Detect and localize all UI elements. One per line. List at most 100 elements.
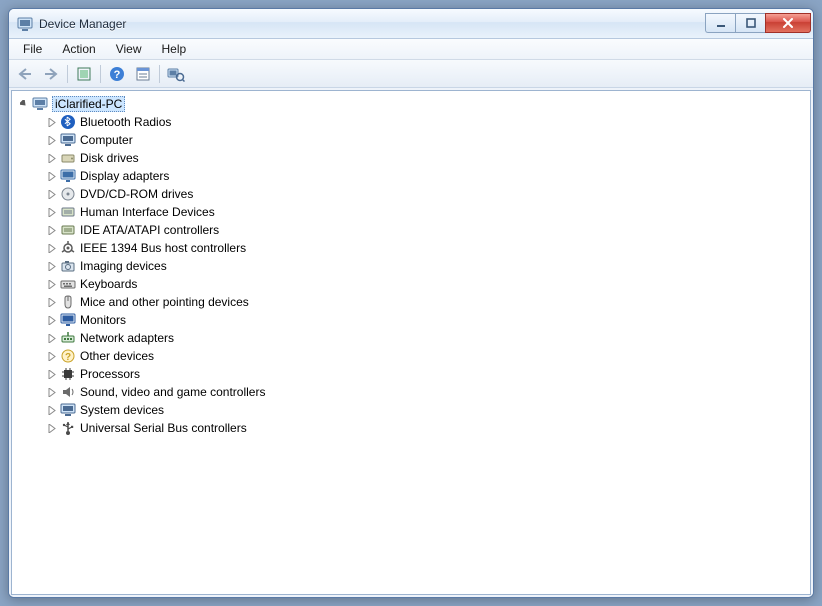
system-icon (60, 402, 76, 418)
keyboard-icon (60, 276, 76, 292)
tree-item-label: Mice and other pointing devices (80, 295, 249, 309)
device-tree[interactable]: iClarified-PC Bluetooth Radios Computer Di… (11, 90, 811, 595)
expander-icon[interactable] (46, 134, 58, 146)
tree-item[interactable]: Mice and other pointing devices (12, 293, 810, 311)
monitor-icon (60, 312, 76, 328)
menu-help[interactable]: Help (152, 40, 197, 58)
tree-item-label: Processors (80, 367, 140, 381)
toolbar-separator (159, 65, 160, 83)
tree-item[interactable]: Monitors (12, 311, 810, 329)
back-button[interactable] (13, 63, 37, 85)
tree-item[interactable]: IEEE 1394 Bus host controllers (12, 239, 810, 257)
bluetooth-icon (60, 114, 76, 130)
tree-item[interactable]: Processors (12, 365, 810, 383)
tree-item-label: Display adapters (80, 169, 169, 183)
expander-icon[interactable] (46, 350, 58, 362)
expander-icon[interactable] (18, 98, 30, 110)
tree-item-label: Monitors (80, 313, 126, 327)
close-button[interactable] (765, 13, 811, 33)
menu-view[interactable]: View (106, 40, 152, 58)
expander-icon[interactable] (46, 152, 58, 164)
tree-item[interactable]: Network adapters (12, 329, 810, 347)
tree-item-label: Sound, video and game controllers (80, 385, 265, 399)
forward-button[interactable] (39, 63, 63, 85)
maximize-button[interactable] (735, 13, 765, 33)
svg-text:?: ? (114, 69, 121, 81)
scan-button[interactable] (164, 63, 188, 85)
expander-icon[interactable] (46, 296, 58, 308)
menu-file[interactable]: File (13, 40, 52, 58)
hid-icon (60, 204, 76, 220)
tree-item-label: Bluetooth Radios (80, 115, 171, 129)
window-title: Device Manager (39, 17, 705, 31)
ide-icon (60, 222, 76, 238)
expander-icon[interactable] (46, 188, 58, 200)
minimize-button[interactable] (705, 13, 735, 33)
expander-icon[interactable] (46, 170, 58, 182)
tree-item[interactable]: IDE ATA/ATAPI controllers (12, 221, 810, 239)
tree-item[interactable]: Human Interface Devices (12, 203, 810, 221)
other-icon: ? (60, 348, 76, 364)
show-hidden-button[interactable] (72, 63, 96, 85)
expander-icon[interactable] (46, 278, 58, 290)
tree-item[interactable]: Display adapters (12, 167, 810, 185)
tree-item-label: System devices (80, 403, 164, 417)
usb-icon (60, 420, 76, 436)
tree-root-label: iClarified-PC (52, 96, 125, 112)
properties-button[interactable] (131, 63, 155, 85)
expander-icon[interactable] (46, 242, 58, 254)
expander-icon[interactable] (46, 314, 58, 326)
tree-item-label: Keyboards (80, 277, 137, 291)
display-icon (60, 168, 76, 184)
tree-item-label: DVD/CD-ROM drives (80, 187, 193, 201)
tree-item-label: Imaging devices (80, 259, 167, 273)
tree-item[interactable]: Sound, video and game controllers (12, 383, 810, 401)
expander-icon[interactable] (46, 332, 58, 344)
tree-item-label: Computer (80, 133, 133, 147)
expander-icon[interactable] (46, 404, 58, 416)
expander-icon[interactable] (46, 116, 58, 128)
firewire-icon (60, 240, 76, 256)
device-manager-window: Device Manager File Action View Help (8, 8, 814, 598)
expander-icon[interactable] (46, 206, 58, 218)
toolbar-separator (67, 65, 68, 83)
tree-item-label: Disk drives (80, 151, 139, 165)
computer-root-icon (32, 96, 48, 112)
titlebar[interactable]: Device Manager (9, 9, 813, 39)
network-icon (60, 330, 76, 346)
tree-item[interactable]: System devices (12, 401, 810, 419)
cdrom-icon (60, 186, 76, 202)
tree-item[interactable]: Imaging devices (12, 257, 810, 275)
tree-item[interactable]: Disk drives (12, 149, 810, 167)
tree-item[interactable]: Keyboards (12, 275, 810, 293)
sound-icon (60, 384, 76, 400)
tree-item-label: Universal Serial Bus controllers (80, 421, 247, 435)
tree-item[interactable]: ? Other devices (12, 347, 810, 365)
tree-item-label: Network adapters (80, 331, 174, 345)
expander-icon[interactable] (46, 422, 58, 434)
computer-icon (60, 132, 76, 148)
expander-icon[interactable] (46, 386, 58, 398)
expander-icon[interactable] (46, 368, 58, 380)
app-icon (17, 16, 33, 32)
expander-icon[interactable] (46, 224, 58, 236)
tree-root[interactable]: iClarified-PC (12, 95, 810, 113)
tree-item[interactable]: Universal Serial Bus controllers (12, 419, 810, 437)
help-button[interactable]: ? (105, 63, 129, 85)
processor-icon (60, 366, 76, 382)
mouse-icon (60, 294, 76, 310)
imaging-icon (60, 258, 76, 274)
window-controls (705, 15, 811, 33)
tree-item[interactable]: Bluetooth Radios (12, 113, 810, 131)
toolbar: ? (9, 60, 813, 88)
expander-icon[interactable] (46, 260, 58, 272)
tree-item-label: IDE ATA/ATAPI controllers (80, 223, 219, 237)
tree-item-label: Other devices (80, 349, 154, 363)
menu-action[interactable]: Action (52, 40, 105, 58)
tree-item-label: IEEE 1394 Bus host controllers (80, 241, 246, 255)
disk-icon (60, 150, 76, 166)
tree-item[interactable]: DVD/CD-ROM drives (12, 185, 810, 203)
tree-panel: iClarified-PC Bluetooth Radios Computer Di… (9, 88, 813, 597)
tree-item-label: Human Interface Devices (80, 205, 215, 219)
tree-item[interactable]: Computer (12, 131, 810, 149)
